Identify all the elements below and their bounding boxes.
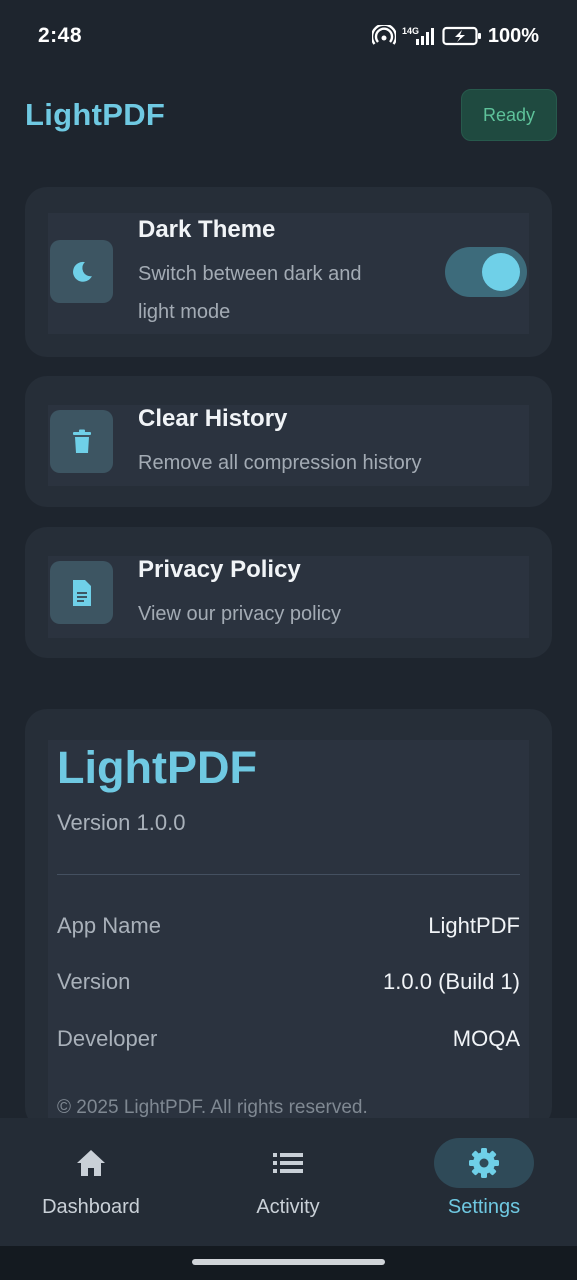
info-label: Version: [57, 969, 131, 994]
bottom-navigation: Dashboard Activity Settings: [0, 1118, 577, 1246]
about-section: LightPDF Version 1.0.0 App Name LightPDF…: [48, 740, 529, 1119]
about-title: LightPDF: [57, 742, 257, 793]
nav-label-dashboard: Dashboard: [42, 1196, 140, 1218]
divider: [57, 874, 520, 875]
clear-history-subtitle: Remove all compression history: [138, 452, 422, 474]
info-label: App Name: [57, 913, 161, 938]
home-gesture-handle[interactable]: [192, 1259, 385, 1265]
hotspot-icon: [371, 25, 396, 45]
nav-label-settings: Settings: [447, 1196, 521, 1218]
dark-theme-subtitle-line1: Switch between dark and: [138, 263, 362, 285]
info-row-developer: Developer MOQA: [57, 1026, 520, 1052]
info-value: 1.0.0 (Build 1): [383, 969, 520, 994]
battery-icon: [442, 26, 481, 46]
signal-icon: 1 4G: [402, 26, 434, 45]
nav-item-activity[interactable]: Activity: [208, 1138, 368, 1238]
privacy-policy-subtitle: View our privacy policy: [138, 603, 342, 625]
status-time: 2:48: [38, 24, 83, 47]
trash-icon: [50, 410, 113, 473]
nav-item-dashboard[interactable]: Dashboard: [11, 1138, 171, 1238]
info-value: MOQA: [452, 1026, 520, 1051]
battery-percentage: 100%: [487, 24, 539, 47]
dark-theme-card[interactable]: Dark Theme Switch between dark and light…: [25, 187, 552, 357]
status-icons: 1 4G 100%: [371, 24, 539, 48]
clear-history-row[interactable]: Clear History Remove all compression his…: [48, 405, 529, 486]
about-card: LightPDF Version 1.0.0 App Name LightPDF…: [25, 709, 552, 1129]
clear-history-card[interactable]: Clear History Remove all compression his…: [25, 376, 552, 507]
nav-item-settings[interactable]: Settings: [404, 1138, 564, 1238]
dark-theme-title: Dark Theme: [138, 216, 276, 243]
clear-history-title: Clear History: [138, 405, 288, 432]
status-bar: 2:48 1 4G 100%: [0, 0, 577, 72]
privacy-policy-title: Privacy Policy: [138, 556, 301, 583]
app-title: LightPDF: [25, 97, 166, 132]
nav-label-activity: Activity: [256, 1196, 320, 1218]
app-bar: LightPDF Ready: [0, 88, 577, 142]
dark-theme-row[interactable]: Dark Theme Switch between dark and light…: [48, 213, 529, 334]
dark-theme-subtitle-line2: light mode: [138, 301, 231, 323]
document-icon: [50, 561, 113, 624]
network-type: 4G: [407, 26, 419, 36]
toggle-knob: [482, 253, 520, 291]
about-version: Version 1.0.0: [57, 810, 186, 835]
status-badge: Ready: [461, 89, 557, 141]
list-icon: [238, 1138, 338, 1188]
info-row-app-name: App Name LightPDF: [57, 913, 520, 939]
home-icon: [41, 1138, 141, 1188]
gesture-bar: [0, 1246, 577, 1280]
info-row-version: Version 1.0.0 (Build 1): [57, 969, 520, 995]
privacy-policy-card[interactable]: Privacy Policy View our privacy policy: [25, 527, 552, 658]
copyright-text: © 2025 LightPDF. All rights reserved.: [57, 1097, 368, 1118]
dark-theme-toggle[interactable]: [445, 247, 527, 297]
info-value: LightPDF: [428, 913, 520, 938]
moon-icon: [50, 240, 113, 303]
gear-icon: [434, 1138, 534, 1188]
info-label: Developer: [57, 1026, 158, 1051]
privacy-policy-row[interactable]: Privacy Policy View our privacy policy: [48, 556, 529, 638]
